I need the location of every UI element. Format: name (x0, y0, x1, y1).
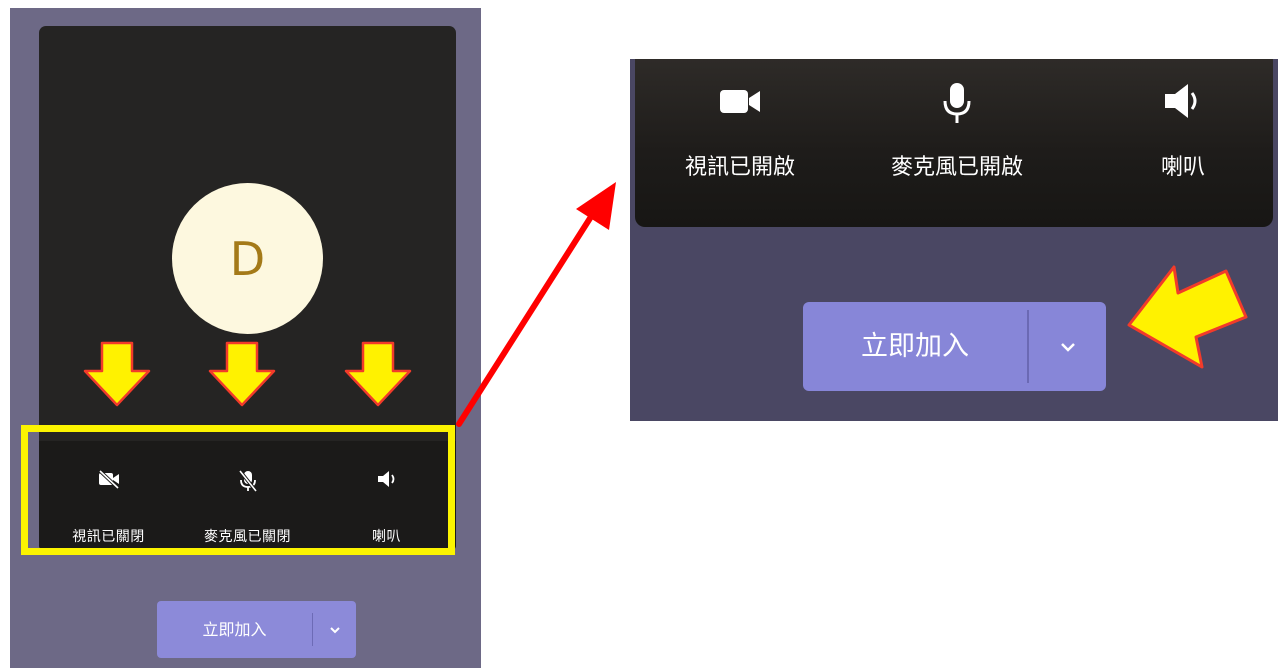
join-options-dropdown[interactable] (313, 601, 356, 658)
speaker-icon (1113, 81, 1253, 125)
controls-highlight-box (21, 425, 455, 555)
chevron-down-icon (329, 626, 340, 633)
avatar: D (172, 183, 323, 334)
yellow-down-arrow-icon (344, 341, 412, 407)
yellow-down-arrow-icon (208, 341, 276, 407)
mic-toggle-zoomed[interactable]: 麥克風已開啟 (857, 59, 1057, 227)
yellow-down-arrow-icon (83, 341, 151, 407)
video-status-label-zoomed: 視訊已開啟 (684, 155, 795, 180)
avatar-initial: D (229, 231, 266, 286)
video-toggle-zoomed[interactable]: 視訊已開啟 (655, 59, 825, 227)
join-now-split-button[interactable]: 立即加入 (157, 601, 356, 658)
yellow-pointer-arrow-icon (1127, 265, 1248, 369)
speaker-label-zoomed: 喇叭 (1160, 155, 1205, 180)
zoomed-device-controls: 視訊已開啟 麥克風已開啟 喇叭 (635, 59, 1273, 227)
chevron-down-icon (1060, 342, 1075, 352)
join-now-button[interactable]: 立即加入 (157, 601, 312, 658)
meeting-prejoin-panel: D 視訊已關閉 麥克風已關閉 喇叭 立即加入 (10, 8, 481, 668)
video-on-icon (655, 81, 825, 125)
join-now-button-zoomed[interactable]: 立即加入 (803, 302, 1027, 391)
speaker-toggle-zoomed[interactable]: 喇叭 (1113, 59, 1253, 227)
join-now-split-button-zoomed[interactable]: 立即加入 (803, 302, 1106, 391)
mic-on-icon (857, 81, 1057, 125)
mic-status-label-zoomed: 麥克風已開啟 (890, 155, 1023, 180)
join-options-dropdown-zoomed[interactable] (1029, 302, 1106, 391)
